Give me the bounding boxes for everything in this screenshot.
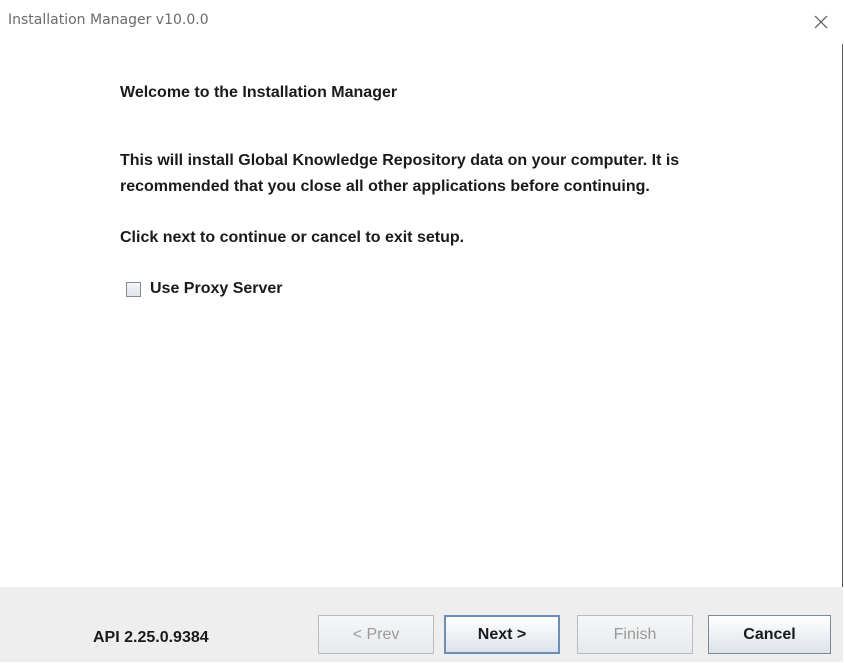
window-title: Installation Manager v10.0.0 — [8, 12, 209, 28]
use-proxy-server-option[interactable]: Use Proxy Server — [126, 280, 283, 298]
close-button[interactable] — [799, 0, 843, 44]
installer-window: Installation Manager v10.0.0 Welcome to … — [0, 0, 843, 662]
use-proxy-server-checkbox[interactable] — [126, 281, 141, 297]
prev-button[interactable]: < Prev — [318, 615, 434, 654]
instructions-text: Click next to continue or cancel to exit… — [120, 229, 465, 246]
install-description-line-1: This will install Global Knowledge Repos… — [120, 152, 680, 169]
close-icon — [814, 15, 828, 29]
main-content: Welcome to the Installation Manager This… — [0, 44, 843, 587]
footer-bar: API 2.25.0.9384 < Prev Next > Finish Can… — [0, 587, 843, 662]
use-proxy-server-label[interactable]: Use Proxy Server — [150, 280, 283, 298]
title-bar: Installation Manager v10.0.0 — [0, 0, 843, 44]
install-description: This will install Global Knowledge Repos… — [120, 148, 810, 200]
finish-button[interactable]: Finish — [577, 615, 693, 654]
cancel-button[interactable]: Cancel — [708, 615, 831, 654]
install-description-line-2: recommended that you close all other app… — [120, 178, 650, 195]
welcome-heading: Welcome to the Installation Manager — [120, 84, 398, 101]
next-button[interactable]: Next > — [444, 615, 560, 654]
api-version-label: API 2.25.0.9384 — [93, 629, 209, 646]
